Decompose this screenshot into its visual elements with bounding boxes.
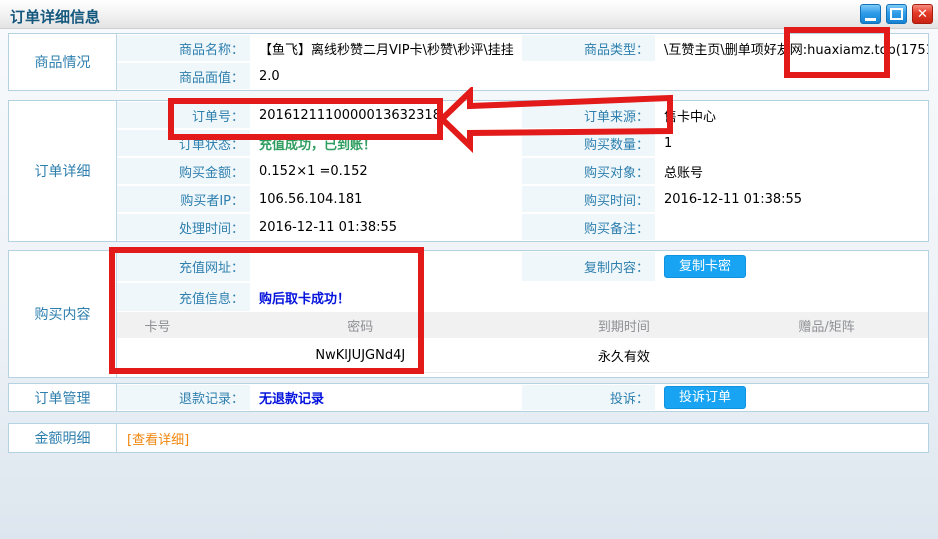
process-time-value: 2016-12-11 01:38:55 (250, 213, 522, 241)
copy-card-key-button[interactable]: 复制卡密 (664, 255, 746, 278)
purchase-qty-label: 购买数量： (522, 129, 655, 157)
card-password-header: 密码 (198, 316, 522, 335)
maximize-icon (890, 8, 903, 20)
refund-record-label: 退款记录： (117, 384, 250, 411)
purchase-time-value: 2016-12-11 01:38:55 (655, 185, 928, 213)
section-product-info: 商品情况 商品名称： 【鱼飞】离线秒赞二月VIP卡\秒赞\秒评\挂挂 商品类型：… (8, 33, 929, 91)
card-number-header: 卡号 (117, 316, 198, 335)
buyer-ip-value: 106.56.104.181 (250, 185, 522, 213)
table-row: 商品名称： 【鱼飞】离线秒赞二月VIP卡\秒赞\秒评\挂挂 商品类型： \互赞主… (117, 34, 928, 62)
table-row: 充值网址： 复制内容： 复制卡密 (117, 251, 928, 282)
product-type-label: 商品类型： (522, 34, 655, 62)
order-source-value: 售卡中心 (655, 101, 928, 129)
window-controls: ✕ (860, 4, 933, 24)
recharge-url-label: 充值网址： (117, 251, 250, 282)
recharge-url-value (250, 251, 522, 282)
order-source-label: 订单来源： (522, 101, 655, 129)
complaint-label: 投诉： (522, 384, 655, 411)
close-button[interactable]: ✕ (912, 4, 933, 24)
product-type-value: \互赞主页\删单项好友网:huaxiamz.top(17517 (655, 34, 928, 62)
order-detail-dialog: { "title": "订单详细信息", "window_controls": … (0, 0, 938, 539)
complain-order-button[interactable]: 投诉订单 (664, 386, 746, 409)
process-time-label: 处理时间： (117, 213, 250, 241)
page-title: 订单详细信息 (10, 6, 100, 27)
table-row: 订单号： 2016121110000013632318 订单来源： 售卡中心 (117, 101, 928, 129)
purchase-target-value: 总账号 (655, 157, 928, 185)
table-row: 购买者IP： 106.56.104.181 购买时间： 2016-12-11 0… (117, 185, 928, 213)
purchase-amount-value: 0.152×1 =0.152 (250, 157, 522, 185)
recharge-info-value: 购后取卡成功！ (250, 282, 522, 312)
minimize-button[interactable] (860, 4, 881, 24)
section-order-management: 订单管理 退款记录： 无退款记录 投诉： 投诉订单 (8, 383, 929, 412)
purchase-note-value (655, 213, 928, 241)
refund-record-value: 无退款记录 (250, 384, 522, 411)
table-row: 订单状态： 充值成功，已到账！ 购买数量： 1 (117, 129, 928, 157)
table-row: 购买金额： 0.152×1 =0.152 购买对象： 总账号 (117, 157, 928, 185)
card-table-header: 卡号 密码 到期时间 赠品/矩阵 (117, 312, 928, 338)
close-icon: ✕ (917, 7, 928, 22)
product-face-value: 2.0 (250, 62, 928, 90)
section-category-label: 金额明细 (9, 424, 117, 452)
card-table-row: NwKlJUJGNd4J 永久有效 (117, 338, 928, 373)
section-category-label: 商品情况 (9, 34, 117, 90)
section-amount-detail: 金额明细 [查看详细] (8, 423, 929, 453)
purchase-time-label: 购买时间： (522, 185, 655, 213)
card-password-cell: NwKlJUJGNd4J (198, 348, 522, 363)
table-row: 处理时间： 2016-12-11 01:38:55 购买备注： (117, 213, 928, 241)
order-number-label: 订单号： (117, 101, 250, 129)
purchase-note-label: 购买备注： (522, 213, 655, 241)
order-number-value: 2016121110000013632318 (250, 101, 522, 129)
table-row: 充值信息： 购后取卡成功！ (117, 282, 928, 312)
purchase-target-label: 购买对象： (522, 157, 655, 185)
product-name-value: 【鱼飞】离线秒赞二月VIP卡\秒赞\秒评\挂挂 (250, 34, 522, 62)
section-purchase-content: 购买内容 充值网址： 复制内容： 复制卡密 充值信息： 购后取卡成功！ 卡号 密… (8, 250, 929, 378)
section-order-details: 订单详细 订单号： 2016121110000013632318 订单来源： 售… (8, 100, 929, 242)
order-status-label: 订单状态： (117, 129, 250, 157)
gift-matrix-header: 赠品/矩阵 (725, 316, 928, 335)
section-category-label: 订单详细 (9, 101, 117, 241)
table-row: 退款记录： 无退款记录 投诉： 投诉订单 (117, 384, 928, 411)
expire-time-header: 到期时间 (522, 316, 725, 335)
section-category-label: 订单管理 (9, 384, 117, 411)
product-face-value-label: 商品面值： (117, 62, 250, 90)
copy-content-label: 复制内容： (522, 251, 655, 282)
expire-time-cell: 永久有效 (522, 346, 725, 365)
maximize-button[interactable] (886, 4, 907, 24)
title-bar: 订单详细信息 ✕ (0, 0, 938, 29)
purchase-amount-label: 购买金额： (117, 157, 250, 185)
product-name-label: 商品名称： (117, 34, 250, 62)
minimize-icon (865, 18, 876, 21)
recharge-info-label: 充值信息： (117, 282, 250, 312)
buyer-ip-label: 购买者IP： (117, 185, 250, 213)
purchase-qty-value: 1 (655, 129, 928, 157)
view-detail-link[interactable]: [查看详细] (127, 429, 189, 448)
section-category-label: 购买内容 (9, 251, 117, 377)
order-status-value: 充值成功，已到账！ (250, 129, 522, 157)
table-row: 商品面值： 2.0 (117, 62, 928, 90)
